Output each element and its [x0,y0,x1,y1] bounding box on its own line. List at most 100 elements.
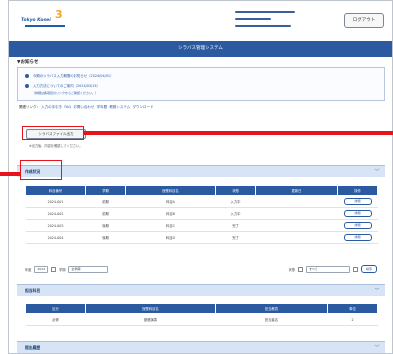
related-links-label: 関連リンク： [19,105,40,109]
annotation-pointer-line [0,172,20,176]
cell: 入力中 [215,207,256,220]
cell: 2024-002 [25,207,86,220]
cell [255,207,338,220]
cell [255,195,338,208]
cell: 2024-004 [25,231,86,244]
notice-heading: ▼お知らせ [17,60,39,65]
cell [255,231,338,244]
logout-button[interactable]: ログアウト [344,13,384,28]
cell: 詳細 [337,195,378,208]
cell: 前期 [85,195,126,208]
cell: 詳細 [337,207,378,220]
column-header: 授業科目名 [125,185,216,196]
status-checkbox[interactable] [298,266,303,272]
status-select[interactable]: すべて [306,265,350,273]
search-button[interactable]: 検索 [361,265,377,273]
user-info-line [235,18,271,20]
section-status-header[interactable]: 作成状況 ﹀ [17,165,385,177]
cell: 科目B [125,207,216,220]
cell: 2 [327,313,378,326]
cell: 必修 [25,313,86,326]
term-label: 学期 [59,267,66,272]
column-header: 学期 [85,185,126,196]
notice-item[interactable]: 今期のシラバス入力期間のお知らせ（2024/04/01） [25,73,113,78]
logo-mark: 3 [55,8,63,21]
notice-panel: 今期のシラバス入力期間のお知らせ（2024/04/01） 入力方法についてのご案… [17,67,385,101]
column-header: 単位 [327,303,378,314]
annotation-pointer-line [84,131,393,135]
table-header-row: 区分 授業科目名 担当教員 単位 [25,303,378,314]
cell: 詳細 [337,219,378,232]
chevron-down-icon[interactable]: ﹀ [373,287,381,295]
cell: 入力中 [215,195,256,208]
user-info-line [235,25,291,27]
logo-underline [25,25,65,27]
row-detail-button[interactable]: 詳細 [343,210,372,217]
table-header-row: 科目番号 学期 授業科目名 状態 更新日 操作 [25,185,378,196]
bullet-icon [25,73,29,78]
table-row: 必修 基礎演習 担当者名 2 [25,313,378,326]
section-title: 担当科目 [25,288,41,293]
cell: 担当者名 [215,313,328,326]
filter-checkbox[interactable] [51,266,57,272]
site-logo[interactable]: 3 Tokyo Kosei [19,9,77,33]
column-header: 担当教員 [215,303,328,314]
user-info [235,11,295,32]
section-title: 提出履歴 [25,345,41,350]
related-link[interactable]: お問い合わせ [73,105,94,109]
row-detail-button[interactable]: 詳細 [343,234,372,241]
annotation-highlight-box [22,126,84,140]
year-label: 年度 [25,267,32,272]
related-link[interactable]: ダウンロード [132,105,153,109]
cell: 後期 [85,219,126,232]
related-links: 関連リンク： 入力の手引き FAQ お問い合わせ 学年暦 教務システム ダウンロ… [19,105,153,110]
year-select[interactable]: 2024 [34,265,49,273]
chevron-down-icon[interactable]: ﹀ [373,344,381,352]
cell: 後期 [85,231,126,244]
annotation-highlight-box [20,160,62,180]
table-row: 2024-004 後期 科目D 完了 詳細 [25,231,378,244]
related-link[interactable]: FAQ [64,105,71,109]
header: 3 Tokyo Kosei ログアウト [9,1,392,41]
section-courses-header[interactable]: 担当科目 ﹀ [17,284,385,296]
cell: 科目C [125,219,216,232]
notice-link[interactable]: 入力方法についてのご案内（2024/03/15） [33,83,100,88]
output-note: ※出力後、内容を確認してください。 [29,144,83,148]
cell: 詳細 [337,231,378,244]
cell[interactable]: 基礎演習 [85,313,216,326]
bullet-icon [25,83,29,88]
row-detail-button[interactable]: 詳細 [343,222,372,229]
related-link[interactable]: 入力の手引き [41,105,62,109]
cell: 前期 [85,207,126,220]
status-label: 状態 [288,267,295,272]
notice-link[interactable]: 今期のシラバス入力期間のお知らせ（2024/04/01） [33,73,113,78]
option-checkbox[interactable] [353,266,358,272]
table-row: 2024-001 前期 科目A 入力中 詳細 [25,195,378,208]
notice-item[interactable]: 入力方法についてのご案内（2024/03/15） [25,83,100,88]
column-header: 更新日 [255,185,338,196]
section-history-header[interactable]: 提出履歴 ﹀ [17,341,385,353]
logo-text: Tokyo Kosei [21,18,51,23]
chevron-down-icon[interactable]: ﹀ [373,168,381,176]
cell: 2024-001 [25,195,86,208]
cell: 科目A [125,195,216,208]
cell: 2024-003 [25,219,86,232]
page-title: シラバス管理システム [9,41,392,57]
cell: 完了 [215,231,256,244]
column-header: 区分 [25,303,86,314]
status-table: 科目番号 学期 授業科目名 状態 更新日 操作 2024-001 前期 科目A … [25,185,378,244]
table-row: 2024-002 前期 科目B 入力中 詳細 [25,207,378,220]
filter-row: 年度 2024 学期 全学期 状態 すべて 検索 [25,263,377,275]
cell: 科目D [125,231,216,244]
notice-note: （詳細は各項目のリンクからご確認ください。） [32,91,99,95]
user-info-line [235,11,295,13]
cell: 完了 [215,219,256,232]
cell [255,219,338,232]
table-row: 2024-003 後期 科目C 完了 詳細 [25,219,378,232]
column-header: 授業科目名 [85,303,216,314]
term-select[interactable]: 全学期 [68,265,109,273]
column-header: 操作 [337,185,378,196]
related-link[interactable]: 学年暦 [97,105,108,109]
row-detail-button[interactable]: 詳細 [343,198,372,205]
related-link[interactable]: 教務システム [109,105,130,109]
